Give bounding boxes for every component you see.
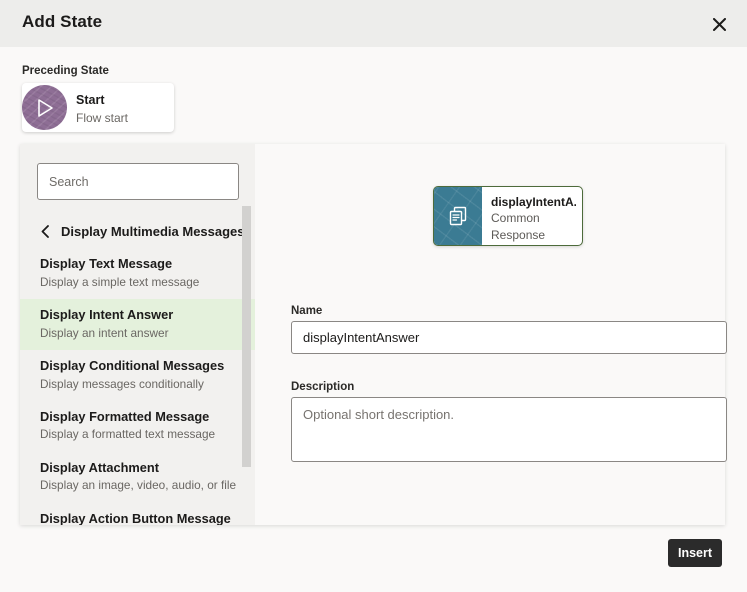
state-preview-text: displayIntentA... Common Response (482, 187, 582, 245)
chevron-left-icon[interactable] (37, 225, 53, 238)
breadcrumb[interactable]: Display Multimedia Messages (37, 218, 247, 244)
list-item-title: Display Action Button Message (40, 511, 239, 525)
name-field-label: Name (291, 305, 322, 317)
state-type-list-pane: Display Multimedia Messages Display Text… (20, 144, 255, 525)
close-icon[interactable] (709, 14, 729, 34)
list-item-description: Display an intent answer (40, 326, 239, 341)
page-title: Add State (22, 12, 102, 32)
list-item[interactable]: Display Intent Answer Display an intent … (20, 299, 255, 350)
list-item-description: Display an image, video, audio, or file (40, 478, 239, 493)
list-scrollbar-thumb[interactable] (242, 206, 251, 467)
preceding-state-label: Preceding State (22, 65, 109, 77)
insert-button[interactable]: Insert (668, 539, 722, 567)
list-item[interactable]: Display Text Message Display a simple te… (20, 248, 255, 299)
list-item[interactable]: Display Attachment Display an image, vid… (20, 452, 255, 503)
name-input[interactable] (291, 321, 727, 354)
state-preview-title: displayIntentA... (491, 195, 576, 210)
breadcrumb-label: Display Multimedia Messages (61, 224, 245, 239)
description-input[interactable] (291, 397, 727, 462)
preceding-state-text: Start Flow start (76, 92, 128, 126)
preceding-state-name: Start (76, 92, 128, 109)
state-detail-pane: displayIntentA... Common Response Name D… (255, 144, 725, 525)
list-item[interactable]: Display Conditional Messages Display mes… (20, 350, 255, 401)
play-icon (22, 85, 67, 130)
list-item[interactable]: Display Action Button Message Display a … (20, 503, 255, 525)
list-item-title: Display Text Message (40, 256, 239, 273)
list-item-title: Display Attachment (40, 460, 239, 477)
list-item-description: Display a simple text message (40, 275, 239, 290)
list-item[interactable]: Display Formatted Message Display a form… (20, 401, 255, 452)
list-item-title: Display Formatted Message (40, 409, 239, 426)
dialog-header: Add State (0, 0, 747, 47)
add-state-panel: Display Multimedia Messages Display Text… (20, 144, 725, 525)
search-input[interactable] (37, 163, 239, 200)
preceding-state-subtitle: Flow start (76, 110, 128, 126)
list-item-title: Display Intent Answer (40, 307, 239, 324)
state-preview-card[interactable]: displayIntentA... Common Response (433, 186, 583, 246)
list-item-description: Display messages conditionally (40, 377, 239, 392)
description-field-label: Description (291, 381, 354, 393)
documents-copy-icon (434, 187, 482, 245)
state-preview-subtitle-line1: Common (491, 211, 576, 226)
search-field-wrapper (37, 163, 239, 200)
list-item-description: Display a formatted text message (40, 427, 239, 442)
list-item-title: Display Conditional Messages (40, 358, 239, 375)
state-preview-subtitle-line2: Response (491, 228, 576, 243)
state-type-list: Display Text Message Display a simple te… (20, 248, 255, 525)
